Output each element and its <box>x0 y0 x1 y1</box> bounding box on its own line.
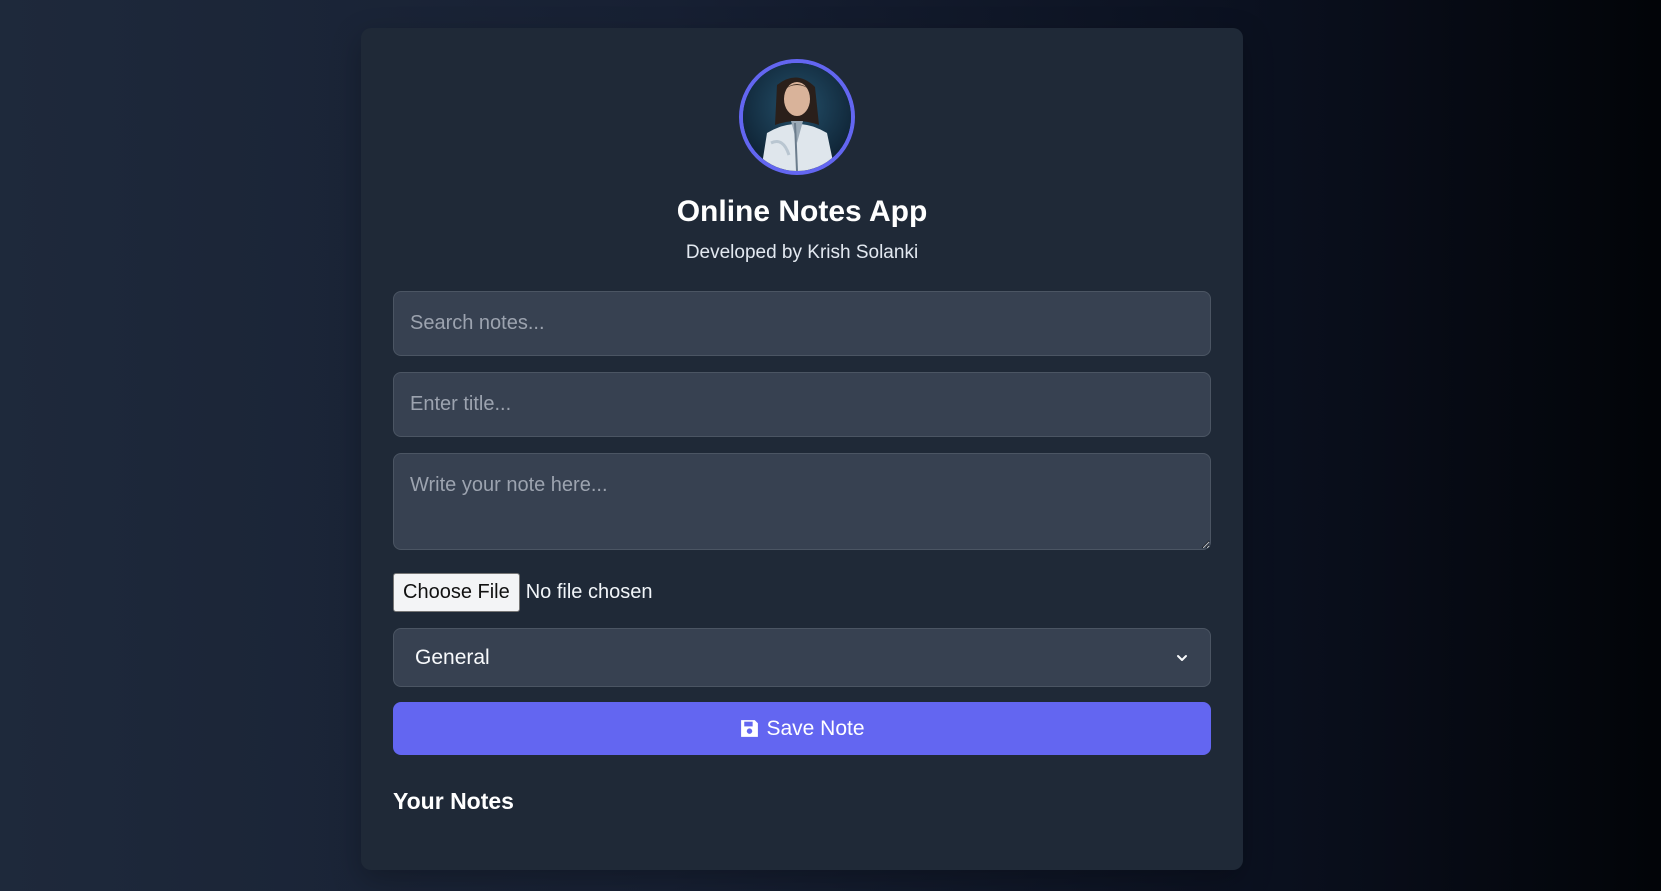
developer-credit: Developed by Krish Solanki <box>685 242 919 263</box>
notes-app-card: Online Notes App Developed by Krish Sola… <box>361 28 1243 870</box>
note-title-input[interactable] <box>393 372 1211 437</box>
category-selected-value: General <box>415 645 490 669</box>
search-input[interactable] <box>393 291 1211 356</box>
profile-avatar <box>739 59 855 175</box>
app-title: Online Notes App <box>676 195 928 228</box>
floppy-disk-icon <box>741 720 759 737</box>
save-note-button[interactable]: Save Note <box>393 702 1211 755</box>
choose-file-button[interactable]: Choose File <box>393 573 520 612</box>
save-note-label: Save Note <box>766 716 865 740</box>
avatar-photo <box>743 63 851 171</box>
category-select[interactable]: General <box>393 628 1211 687</box>
file-attachment: Choose File No file chosen <box>393 573 652 612</box>
chevron-down-icon <box>1177 654 1187 661</box>
file-status-text: No file chosen <box>525 581 653 603</box>
your-notes-heading: Your Notes <box>393 788 514 814</box>
note-body-textarea[interactable] <box>393 453 1211 550</box>
